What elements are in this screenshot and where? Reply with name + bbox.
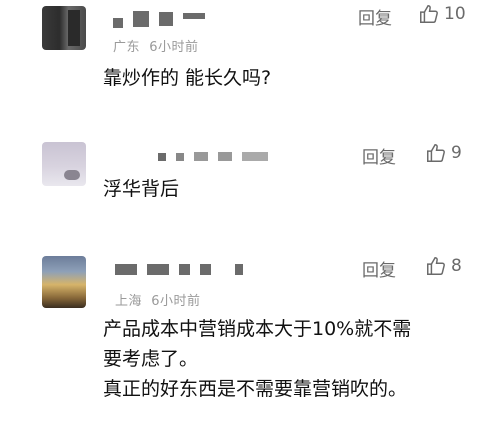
like-button[interactable]: 8 [425, 255, 462, 277]
like-button[interactable]: 10 [418, 3, 466, 25]
comment-time: 6小时前 [151, 294, 201, 309]
avatar[interactable] [42, 6, 86, 50]
avatar[interactable] [42, 256, 86, 308]
reply-button[interactable]: 回复 [358, 4, 392, 29]
avatar[interactable] [42, 142, 86, 186]
comment-location: 广东 [113, 40, 141, 55]
comment-location: 上海 [115, 294, 143, 309]
reply-button[interactable]: 回复 [362, 143, 396, 168]
comment-text-line: 要考虑了。 [103, 348, 199, 370]
comment-text-line: 产品成本中营销成本大于10%就不需 [103, 318, 412, 340]
thumbs-up-icon [427, 144, 445, 162]
thumbs-up-icon [420, 5, 438, 23]
username-redacted[interactable] [115, 264, 243, 275]
username-redacted[interactable] [113, 10, 205, 28]
comment-text: 产品成本中营销成本大于10%就不需 要考虑了。 真正的好东西是不需要靠营销吹的。 [103, 314, 483, 404]
like-button[interactable]: 9 [425, 142, 462, 164]
comment-text-line: 真正的好东西是不需要靠营销吹的。 [103, 378, 408, 400]
username-redacted[interactable] [158, 152, 268, 161]
comment-text: 浮华背后 [103, 174, 483, 204]
like-count: 9 [451, 143, 462, 163]
thumbs-up-icon [427, 257, 445, 275]
comment-text-line: 靠炒作的 能长久吗? [103, 67, 272, 89]
like-count: 8 [451, 256, 462, 276]
comment-time: 6小时前 [149, 40, 199, 55]
reply-button[interactable]: 回复 [362, 256, 396, 281]
like-count: 10 [444, 4, 466, 24]
comment-meta: 广东 6小时前 [113, 36, 199, 55]
comment-meta: 上海 6小时前 [115, 290, 201, 309]
comment-text: 靠炒作的 能长久吗? [103, 63, 483, 93]
comment-text-line: 浮华背后 [103, 178, 180, 200]
